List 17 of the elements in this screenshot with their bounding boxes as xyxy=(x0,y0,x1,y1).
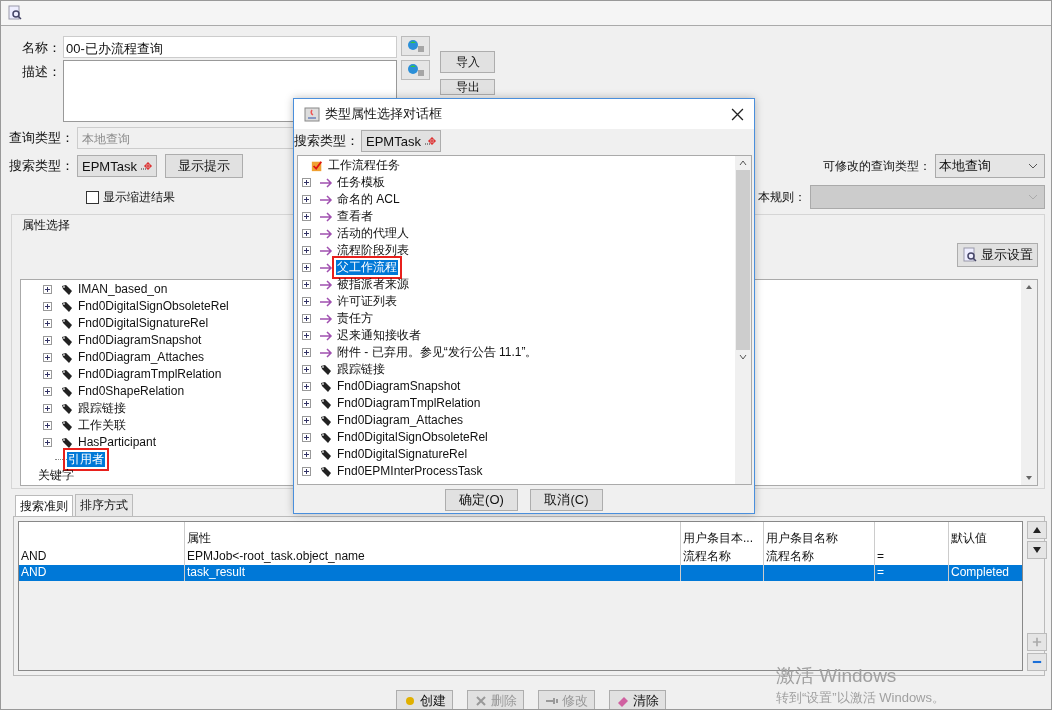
name-label: 名称： xyxy=(21,39,62,57)
table-cell: task_result xyxy=(185,565,681,581)
search-type-label: 搜索类型： xyxy=(8,157,75,175)
revision-rule-label: 本规则： xyxy=(758,188,806,206)
modifiable-query-type-label: 可修改的查询类型： xyxy=(823,157,931,175)
table-cell-text: Completed xyxy=(950,565,1011,581)
table-cell: AND xyxy=(19,565,185,581)
description-label: 描述： xyxy=(21,63,62,81)
query-type-label: 查询类型： xyxy=(8,129,75,147)
indent-checkbox-label: 显示缩进结果 xyxy=(103,188,175,206)
column-header: 默认值 xyxy=(950,530,988,547)
search-type-label: 搜索类型： xyxy=(294,132,359,150)
attribute-panel-title: 属性选择 xyxy=(21,217,70,234)
activation-title: 激活 Windows xyxy=(776,664,898,688)
table-cell: = xyxy=(875,565,949,581)
dialog-title: 类型属性选择对话框 xyxy=(325,105,442,123)
activation-text: 转到“设置”以激活 Windows。 xyxy=(776,689,945,707)
